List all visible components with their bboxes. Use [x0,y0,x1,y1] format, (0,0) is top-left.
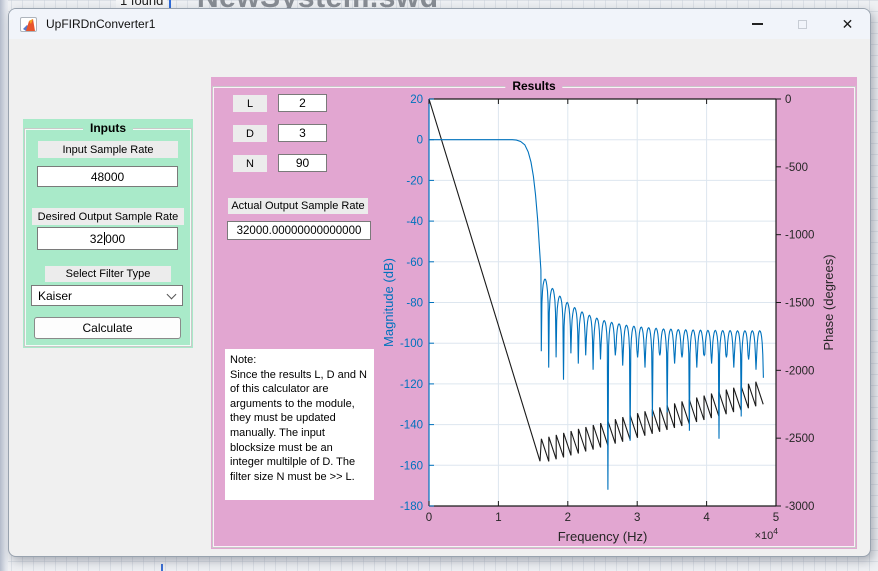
left-y-axis-label: Magnitude (dB) [381,258,396,347]
svg-text:-180: -180 [400,501,423,513]
svg-text:5: 5 [773,512,779,524]
svg-text:-100: -100 [400,338,423,350]
svg-text:-3000: -3000 [785,501,814,513]
window-client-area: Inputs Input Sample Rate 48000 Desired O… [9,39,870,556]
inputs-panel-title: Inputs [83,121,133,135]
x-axis-label: Frequency (Hz) [558,529,648,544]
svg-text:-1500: -1500 [785,298,814,310]
svg-text:-500: -500 [785,162,808,174]
desired-output-rate-label: Desired Output Sample Rate [32,208,184,225]
svg-text:-160: -160 [400,460,423,472]
results-panel: Results L 2 D 3 N 90 Actual Output Sampl… [211,77,857,549]
l-label: L [233,95,267,112]
actual-output-rate-label: Actual Output Sample Rate [228,198,368,214]
svg-text:-60: -60 [406,257,423,269]
desired-output-rate-field[interactable]: 32000 [37,227,178,250]
window-title: UpFIRDnConverter1 [46,17,155,31]
svg-text:0: 0 [417,135,423,147]
background-canvas-tick [161,564,163,571]
titlebar[interactable]: UpFIRDnConverter1 ✕ [9,9,870,39]
results-chart: 0 1 2 3 4 5 20 0 -20 -40 -60 -80 -100 -120 -140 -160 -18… [381,91,847,549]
right-y-axis-label: Phase (degrees) [821,254,836,350]
l-value-field[interactable]: 2 [278,94,327,112]
results-panel-title: Results [505,79,562,93]
maximize-button[interactable] [780,9,825,39]
chevron-down-icon [167,290,177,300]
background-left-edge [0,0,8,571]
n-label: N [233,155,267,172]
input-sample-rate-field[interactable]: 48000 [37,166,178,187]
maximize-icon [798,20,807,29]
svg-text:3: 3 [634,512,640,524]
filter-type-dropdown[interactable]: Kaiser [31,285,183,306]
note-text: Note: Since the results L, D and N of th… [225,349,374,500]
svg-text:-120: -120 [400,379,423,391]
minimize-button[interactable] [735,9,780,39]
filter-type-selected-value: Kaiser [38,289,72,303]
matlab-icon [20,17,37,32]
output-rate-text-before-caret: 32 [90,232,103,246]
actual-output-rate-field[interactable]: 32000.00000000000000 [227,221,371,240]
filter-type-label: Select Filter Type [45,266,171,282]
svg-text:4: 4 [703,512,710,524]
svg-text:-1000: -1000 [785,230,814,242]
svg-text:-2000: -2000 [785,365,814,377]
svg-text:-40: -40 [406,216,423,228]
n-value-field[interactable]: 90 [278,154,327,172]
window-controls: ✕ [735,9,870,39]
minimize-icon [752,23,763,25]
d-value-field[interactable]: 3 [278,124,327,142]
inputs-panel: Inputs Input Sample Rate 48000 Desired O… [23,119,193,348]
x-axis-multiplier: ×104 [755,526,779,542]
svg-text:0: 0 [785,94,791,106]
svg-text:0: 0 [426,512,432,524]
d-label: D [233,125,267,142]
svg-text:-80: -80 [406,298,423,310]
svg-text:1: 1 [495,512,501,524]
close-button[interactable]: ✕ [825,9,870,39]
svg-text:2: 2 [565,512,571,524]
svg-text:-140: -140 [400,420,423,432]
output-rate-text-after-caret: 000 [105,232,125,246]
svg-text:-20: -20 [406,175,423,187]
calculate-button[interactable]: Calculate [34,317,181,339]
close-icon: ✕ [842,16,854,33]
svg-text:20: 20 [410,94,423,106]
input-sample-rate-label: Input Sample Rate [38,141,178,158]
upfirdn-converter-window: UpFIRDnConverter1 ✕ Inputs Input Sample … [8,8,871,557]
svg-text:-2500: -2500 [785,433,814,445]
background-text-caret [169,0,171,8]
